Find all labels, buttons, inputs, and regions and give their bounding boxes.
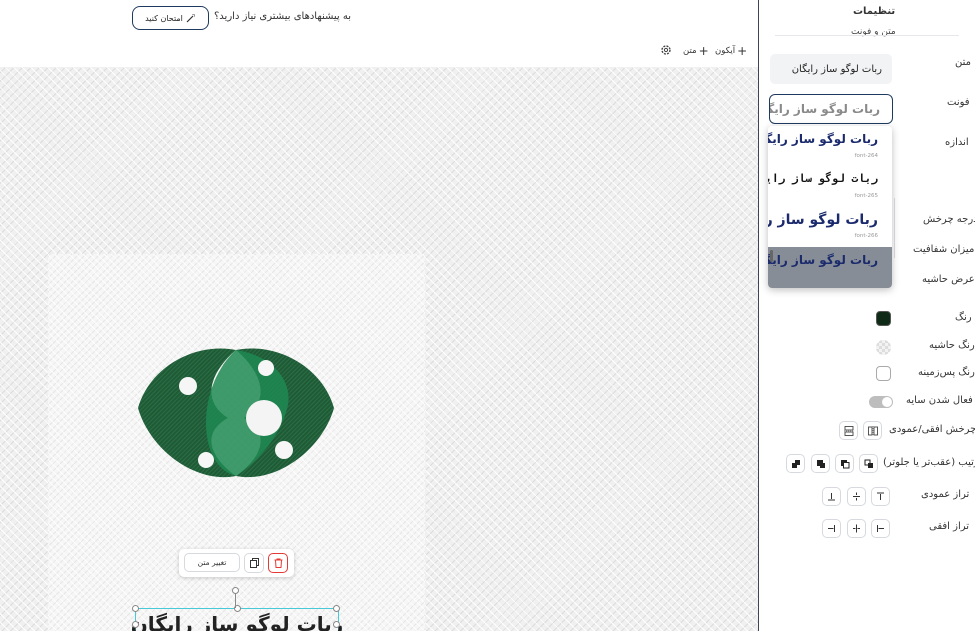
halign-label: تراز افقی <box>929 521 970 532</box>
valign-label: تراز عمودی <box>921 489 970 500</box>
gear-icon[interactable] <box>660 44 672 56</box>
flip-vertical-button[interactable] <box>839 421 858 440</box>
font-option-preview: ربات لوگو ساز را <box>768 212 878 228</box>
add-text-label: متن <box>683 46 697 56</box>
canvas-toolbar: آیکون + متن + <box>0 35 758 68</box>
align-top-icon <box>877 492 884 500</box>
font-dropdown: ربات لوگو ساز رایگان font-264 ربات لوگو … <box>768 126 892 288</box>
font-option-name: font-264 <box>854 153 878 159</box>
change-text-label: تغییر متن <box>197 558 227 567</box>
add-icon-button[interactable]: آیکون + <box>715 44 747 58</box>
text-label: متن <box>955 57 971 68</box>
font-option[interactable]: ربات لوگو ساز را font-266 <box>768 206 892 246</box>
flip-vertical-icon <box>843 425 854 436</box>
resize-handle[interactable] <box>132 621 139 628</box>
shadow-toggle[interactable] <box>869 396 893 408</box>
text-input[interactable]: ربات لوگو ساز رایگان <box>770 54 892 84</box>
align-middle-button[interactable] <box>847 487 866 506</box>
resize-handle[interactable] <box>333 605 340 612</box>
rotate-handle[interactable] <box>232 587 239 594</box>
plus-icon: + <box>737 44 748 58</box>
dropdown-scrollbar[interactable] <box>770 250 773 262</box>
font-option-preview: ربات لوگو ساز رایگان <box>768 172 878 185</box>
copy-icon <box>249 558 259 568</box>
align-center-icon <box>853 524 860 533</box>
font-option-preview: ربات لوگو ساز رایگان <box>768 132 878 146</box>
send-back-icon <box>791 459 800 468</box>
align-left-button[interactable] <box>822 519 841 538</box>
align-middle-icon <box>853 492 860 501</box>
font-option[interactable]: ربات لوگو ساز رایگان font-265 <box>768 166 892 206</box>
flip-horizontal-button[interactable] <box>863 421 882 440</box>
selected-text-box[interactable]: ربات لوگو ساز رایگان <box>130 605 344 631</box>
trash-icon <box>274 558 282 568</box>
bring-front-icon <box>864 459 873 468</box>
color-swatch[interactable] <box>876 311 891 326</box>
bring-front-button[interactable] <box>835 454 854 473</box>
suggestion-prompt: به پیشنهادهای بیشتری نیاز دارید؟ <box>214 11 352 22</box>
send-backward-button[interactable] <box>811 454 830 473</box>
duplicate-button[interactable] <box>244 553 264 573</box>
resize-handle[interactable] <box>333 621 340 628</box>
resize-handle[interactable] <box>132 605 139 612</box>
align-right-button[interactable] <box>871 519 890 538</box>
settings-sidebar: تنظیمات متن و فونت متن ربات لوگو ساز رای… <box>758 0 975 631</box>
align-top-button[interactable] <box>871 487 890 506</box>
font-option[interactable]: ربات لوگو ساز رایگان font-264 <box>768 126 892 166</box>
text-context-toolbar: تغییر متن <box>179 549 294 577</box>
bg-color-swatch[interactable] <box>876 366 891 381</box>
logo-text: ربات لوگو ساز رایگان <box>130 612 344 631</box>
align-bottom-button[interactable] <box>822 487 841 506</box>
section-divider <box>775 35 959 36</box>
bring-front-icon <box>840 459 849 468</box>
flip-label: چرخش افقی/عمودی <box>889 424 975 435</box>
bring-forward-button[interactable] <box>859 454 878 473</box>
try-button[interactable]: امتحان کنید <box>132 6 209 30</box>
opacity-label: میزان شفافیت <box>913 244 975 255</box>
rotation-label: درجه چرخش <box>923 214 975 225</box>
border-color-label: رنگ حاشیه <box>929 340 975 351</box>
magic-wand-icon <box>186 14 195 23</box>
shadow-label: فعال شدن سایه <box>906 395 973 406</box>
size-label: اندازه <box>945 137 969 148</box>
logo-graphic[interactable] <box>136 346 336 480</box>
font-label: فونت <box>947 97 970 108</box>
top-bar: به پیشنهادهای بیشتری نیاز دارید؟ امتحان … <box>0 0 758 36</box>
align-right-icon <box>877 525 884 532</box>
bg-color-label: رنگ پس‌زمینه <box>918 367 975 378</box>
align-center-button[interactable] <box>847 519 866 538</box>
add-text-button[interactable]: متن + <box>683 44 709 58</box>
align-left-icon <box>828 525 835 532</box>
color-label: رنگ <box>955 312 972 323</box>
slider-track[interactable] <box>894 198 895 258</box>
font-select[interactable]: ربات لوگو ساز رایگان <box>769 94 893 124</box>
artboard[interactable]: تغییر متن ربات لوگو ساز رایگان <box>48 254 425 631</box>
rotate-stem <box>235 592 236 608</box>
plus-icon: + <box>698 44 709 58</box>
order-label: ترتیب (عقب‌تر یا جلوتر) <box>883 457 975 468</box>
change-text-button[interactable]: تغییر متن <box>184 553 240 572</box>
flip-horizontal-icon <box>867 425 878 436</box>
align-bottom-icon <box>828 493 835 501</box>
sidebar-title: تنظیمات <box>853 6 896 17</box>
send-back-button[interactable] <box>786 454 805 473</box>
add-icon-label: آیکون <box>715 46 736 56</box>
font-option-name: font-265 <box>854 193 878 199</box>
font-option-highlighted[interactable]: ربات لوگو ساز رایگا <box>768 247 892 288</box>
border-color-swatch[interactable] <box>876 340 891 355</box>
font-option-preview: ربات لوگو ساز رایگا <box>768 253 878 267</box>
design-canvas[interactable]: تغییر متن ربات لوگو ساز رایگان <box>0 67 758 631</box>
font-option-name: font-266 <box>854 233 878 239</box>
border-width-label: عرض حاشیه <box>922 274 975 285</box>
delete-button[interactable] <box>268 553 288 573</box>
try-button-label: امتحان کنید <box>145 13 183 23</box>
send-back-icon <box>816 459 825 468</box>
